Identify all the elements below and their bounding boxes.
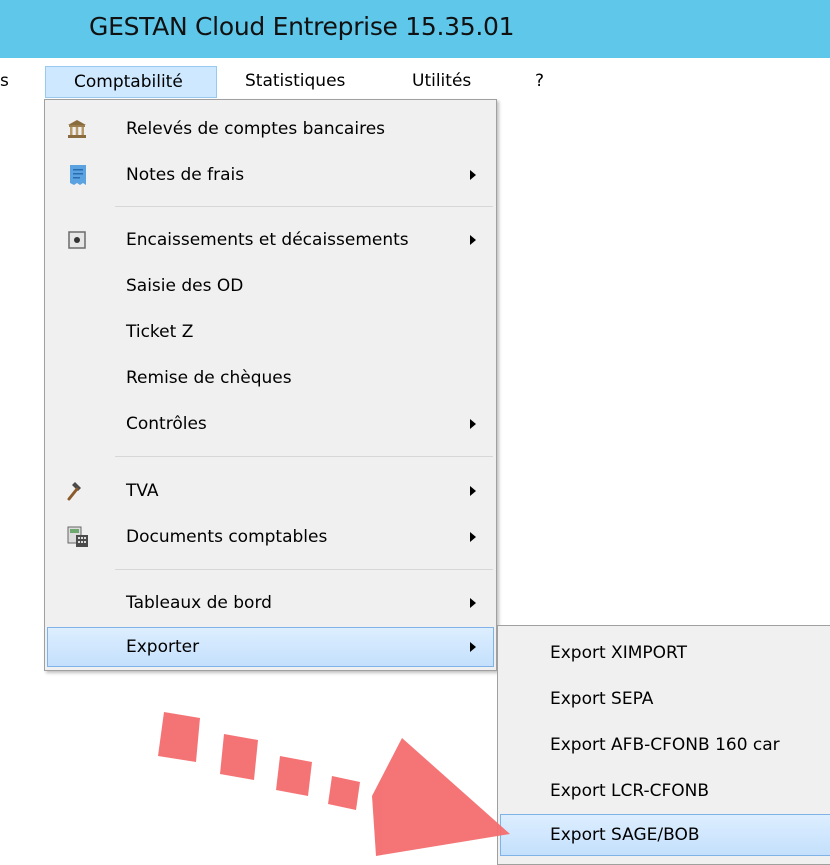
submenu-item-export-afb-cfonb[interactable]: Export AFB-CFONB 160 car: [500, 725, 830, 765]
submenu-arrow-icon: [470, 235, 476, 245]
menu-item-encaissements[interactable]: Encaissements et décaissements: [47, 220, 494, 260]
menu-item-label: Relevés de comptes bancaires: [126, 119, 386, 139]
receipt-icon: [70, 165, 86, 185]
menu-item-label: Notes de frais: [126, 165, 245, 185]
menu-item-saisie-od[interactable]: Saisie des OD: [47, 266, 494, 306]
menu-item-label: Documents comptables: [126, 527, 328, 547]
annotation-arrow-icon: [158, 712, 510, 856]
menu-item-notes-de-frais[interactable]: Notes de frais: [47, 155, 494, 195]
comptabilite-dropdown: Relevés de comptes bancaires Notes de fr…: [44, 99, 497, 671]
menu-item-releves-bancaires[interactable]: Relevés de comptes bancaires: [47, 109, 494, 149]
submenu-item-export-sepa[interactable]: Export SEPA: [500, 679, 830, 719]
menu-item-label: Contrôles: [126, 414, 207, 434]
menu-separator: [115, 569, 493, 570]
menu-item-label: Ticket Z: [126, 322, 194, 342]
menu-item-tableaux-de-bord[interactable]: Tableaux de bord: [47, 583, 494, 623]
submenu-item-label: Export AFB-CFONB 160 car: [550, 735, 780, 755]
submenu-item-export-sage-bob[interactable]: Export SAGE/BOB: [500, 814, 830, 856]
menubar-item-partial[interactable]: s: [0, 66, 18, 98]
menu-item-remise-cheques[interactable]: Remise de chèques: [47, 358, 494, 398]
exporter-submenu: Export XIMPORT Export SEPA Export AFB-CF…: [497, 625, 830, 865]
submenu-item-export-lcr-cfonb[interactable]: Export LCR-CFONB: [500, 771, 830, 811]
menu-item-label: Tableaux de bord: [126, 593, 272, 613]
menubar-item-help[interactable]: ?: [535, 66, 555, 98]
menubar-item-utilites[interactable]: Utilités: [412, 66, 492, 98]
cash-register-icon: [68, 231, 86, 249]
menu-item-tva[interactable]: TVA: [47, 471, 494, 511]
window-title: GESTAN Cloud Entreprise 15.35.01: [89, 12, 515, 41]
menu-item-label: Exporter: [126, 637, 200, 657]
menu-item-documents-comptables[interactable]: Documents comptables: [47, 517, 494, 557]
menu-item-controles[interactable]: Contrôles: [47, 404, 494, 444]
menu-item-label: Remise de chèques: [126, 368, 292, 388]
submenu-item-label: Export XIMPORT: [550, 643, 687, 663]
submenu-item-label: Export SAGE/BOB: [550, 825, 700, 845]
submenu-item-export-ximport[interactable]: Export XIMPORT: [500, 633, 830, 673]
submenu-arrow-icon: [470, 486, 476, 496]
menu-item-exporter[interactable]: Exporter: [47, 627, 494, 667]
calculator-document-icon: [67, 526, 88, 547]
submenu-arrow-icon: [470, 598, 476, 608]
submenu-arrow-icon: [470, 532, 476, 542]
submenu-item-label: Export LCR-CFONB: [550, 781, 710, 801]
menu-item-ticket-z[interactable]: Ticket Z: [47, 312, 494, 352]
menu-item-label: TVA: [126, 481, 159, 501]
submenu-arrow-icon: [470, 642, 476, 652]
hammer-icon: [67, 482, 81, 501]
menu-separator: [115, 456, 493, 457]
submenu-arrow-icon: [470, 170, 476, 180]
menubar-item-comptabilite[interactable]: Comptabilité: [45, 66, 217, 98]
menu-item-label: Encaissements et décaissements: [126, 230, 409, 250]
menubar-item-statistiques[interactable]: Statistiques: [245, 66, 375, 98]
menu-separator: [115, 206, 493, 207]
submenu-arrow-icon: [470, 419, 476, 429]
title-bar: GESTAN Cloud Entreprise 15.35.01: [0, 0, 830, 58]
menu-item-label: Saisie des OD: [126, 276, 244, 296]
bank-icon: [68, 120, 86, 138]
submenu-item-label: Export SEPA: [550, 689, 654, 709]
